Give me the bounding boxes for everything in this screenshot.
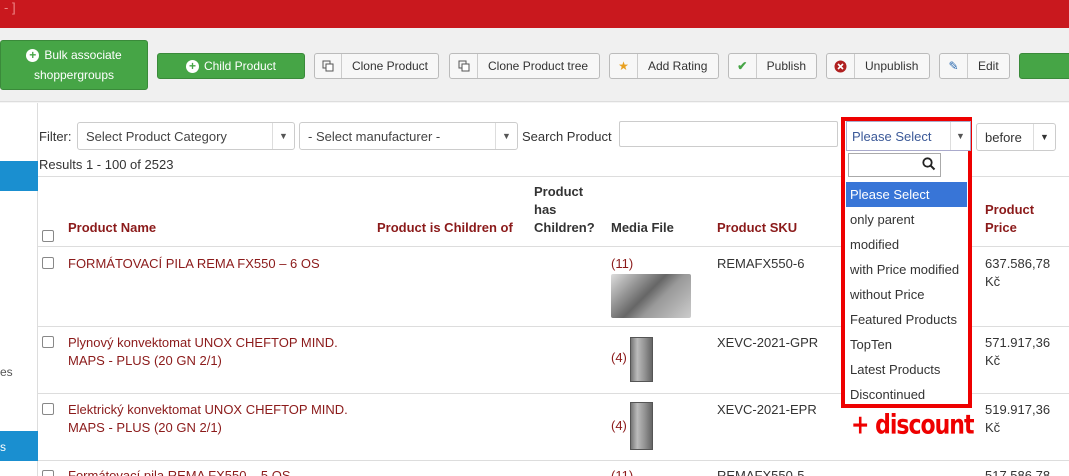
unpublish-label: Unpublish [865, 59, 919, 73]
results-count: Results 1 - 100 of 2523 [39, 157, 174, 172]
clone-product-tree-label: Clone Product tree [488, 59, 589, 73]
row-checkbox[interactable] [42, 336, 54, 348]
header-ghost-text: - ] [4, 0, 16, 15]
unpublish-button[interactable]: Unpublish [826, 53, 930, 79]
clone-product-tree-button[interactable]: Clone Product tree [449, 53, 600, 79]
product-thumbnail[interactable] [630, 402, 653, 450]
dropdown-option[interactable]: Featured Products [846, 307, 967, 332]
add-rating-button[interactable]: ★ Add Rating [609, 53, 719, 79]
product-status-select-value: Please Select [852, 128, 932, 144]
child-product-button[interactable]: + Child Product [157, 53, 305, 79]
product-thumbnail[interactable] [611, 274, 691, 318]
product-name-link-line2[interactable]: MAPS - PLUS (20 GN 2/1) [68, 352, 222, 370]
product-price: 571.917,36 [985, 335, 1051, 350]
column-header-children-of[interactable]: Product is Children of [377, 219, 513, 237]
media-count-link[interactable]: (11) [611, 255, 633, 273]
column-header-has-children-3: Children? [534, 220, 595, 235]
product-sku: REMAFX550-5 [717, 468, 805, 476]
more-green-button[interactable] [1019, 53, 1069, 79]
media-count-link[interactable]: (11) [611, 467, 633, 476]
edit-icon: ✎ [940, 54, 968, 78]
edit-button[interactable]: ✎ Edit [939, 53, 1010, 79]
product-price: 517.586,78 [985, 468, 1051, 476]
plus-circle-icon: + [26, 48, 40, 62]
manufacturer-select[interactable]: - Select manufacturer - ▼ [299, 122, 518, 150]
column-header-has-children-2: has [534, 202, 557, 217]
search-product-label: Search Product [522, 129, 612, 144]
product-price: 519.917,36 [985, 402, 1051, 417]
search-icon [922, 157, 936, 174]
product-sku: REMAFX550-6 [717, 256, 805, 271]
date-before-value: before [985, 129, 1022, 145]
plus-circle-icon: + [185, 59, 199, 73]
publish-label: Publish [766, 59, 806, 73]
column-header-product-name[interactable]: Product Name [68, 219, 156, 237]
caret-down-icon: ▼ [495, 123, 517, 149]
search-product-input[interactable] [619, 121, 838, 147]
divider [38, 460, 1069, 461]
bulk-associate-label-1: Bulk associate [44, 48, 122, 62]
copy-icon [315, 54, 342, 78]
category-select[interactable]: Select Product Category ▼ [77, 122, 295, 150]
bulk-associate-button[interactable]: + Bulk associate shoppergroups [0, 40, 148, 90]
dropdown-option[interactable]: Please Select [846, 182, 967, 207]
dropdown-option[interactable]: only parent [846, 207, 967, 232]
column-header-price-1[interactable]: Product [985, 201, 1034, 219]
product-name-link[interactable]: Formátovací pila REMA FX550 – 5 OS [68, 467, 291, 476]
product-sku: XEVC-2021-EPR [717, 402, 817, 417]
dropdown-option[interactable]: TopTen [846, 332, 967, 357]
dropdown-search-input[interactable] [848, 153, 941, 177]
product-currency: Kč [985, 274, 1001, 289]
unpublish-circle-icon [827, 54, 855, 78]
dropdown-option[interactable]: modified [846, 232, 967, 257]
caret-down-icon: ▼ [272, 123, 294, 149]
dropdown-option[interactable]: with Price modified [846, 257, 967, 282]
media-count-link[interactable]: (4) [611, 349, 627, 367]
publish-button[interactable]: ✔ Publish [728, 53, 817, 79]
sidebar-item-label: s [0, 440, 6, 454]
copy-icon [450, 54, 478, 78]
media-count-link[interactable]: (4) [611, 417, 627, 435]
dropdown-option[interactable]: Latest Products [846, 357, 967, 382]
dropdown-option[interactable]: Discontinued [846, 382, 967, 407]
row-checkbox[interactable] [42, 470, 54, 476]
product-name-link-line2[interactable]: MAPS - PLUS (20 GN 2/1) [68, 419, 222, 437]
star-icon: ★ [610, 54, 638, 78]
caret-down-icon: ▼ [1033, 124, 1055, 150]
child-product-label: Child Product [203, 59, 277, 73]
product-price: 637.586,78 [985, 256, 1051, 271]
caret-down-icon: ▼ [950, 122, 970, 150]
product-sku: XEVC-2021-GPR [717, 335, 819, 350]
column-header-media-file: Media File [611, 220, 674, 235]
edit-label: Edit [978, 59, 999, 73]
sidebar-active-item[interactable] [0, 161, 38, 191]
clone-product-label: Clone Product [351, 59, 428, 73]
check-icon: ✔ [729, 54, 757, 78]
dropdown-option[interactable]: without Price [846, 282, 967, 307]
add-rating-label: Add Rating [648, 59, 708, 73]
manufacturer-select-value: - Select manufacturer - [308, 128, 441, 144]
row-checkbox[interactable] [42, 403, 54, 415]
clone-product-button[interactable]: Clone Product [314, 53, 439, 79]
product-name-link[interactable]: Elektrický konvektomat UNOX CHEFTOP MIND… [68, 401, 348, 419]
product-name-link[interactable]: FORMÁTOVACÍ PILA REMA FX550 – 6 OS [68, 255, 320, 273]
top-header-bar: - ] [0, 0, 1069, 28]
select-all-checkbox[interactable] [42, 230, 54, 242]
column-header-price-2[interactable]: Price [985, 219, 1017, 237]
product-thumbnail[interactable] [630, 337, 653, 382]
filter-label: Filter: [39, 129, 72, 144]
product-status-select[interactable]: Please Select ▼ [846, 121, 971, 151]
product-currency: Kč [985, 420, 1001, 435]
column-header-product-sku[interactable]: Product SKU [717, 219, 797, 237]
sidebar-item-label: es [0, 365, 13, 379]
category-select-value: Select Product Category [86, 128, 227, 144]
product-currency: Kč [985, 353, 1001, 368]
product-name-link[interactable]: Plynový konvektomat UNOX CHEFTOP MIND. [68, 334, 338, 352]
discount-annotation: + discount [851, 410, 974, 441]
bulk-associate-label-2: shoppergroups [33, 68, 115, 82]
column-header-has-children-1: Product [534, 184, 584, 199]
row-checkbox[interactable] [42, 257, 54, 269]
left-sidebar: es s [0, 103, 38, 476]
date-before-select[interactable]: before ▼ [976, 123, 1056, 151]
